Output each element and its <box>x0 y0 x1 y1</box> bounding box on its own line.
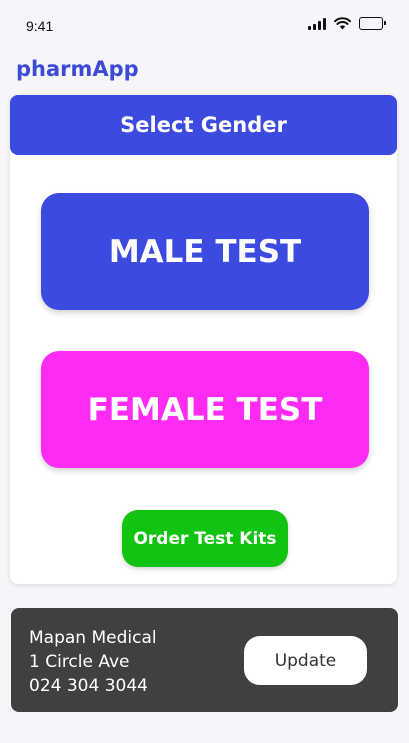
app-title: pharmApp <box>16 57 139 81</box>
status-time: 9:41 <box>26 18 54 34</box>
status-bar: 9:41 <box>0 0 409 52</box>
update-button[interactable]: Update <box>244 636 367 685</box>
male-test-button[interactable]: MALE TEST <box>41 193 369 310</box>
female-test-button[interactable]: FEMALE TEST <box>41 351 369 468</box>
status-icons <box>308 17 386 30</box>
gender-card: Select Gender MALE TEST FEMALE TEST Orde… <box>10 95 397 584</box>
pharmacy-footer: Mapan Medical 1 Circle Ave 024 304 3044 … <box>11 608 398 712</box>
battery-icon <box>359 17 386 30</box>
pharmacy-street: 1 Circle Ave <box>29 652 130 672</box>
pharmacy-name: Mapan Medical <box>29 628 157 648</box>
pharmacy-phone: 024 304 3044 <box>29 676 148 696</box>
order-test-kits-button[interactable]: Order Test Kits <box>122 510 288 567</box>
signal-icon <box>308 17 326 30</box>
pharmacy-address: Mapan Medical 1 Circle Ave 024 304 3044 <box>29 626 157 698</box>
wifi-icon <box>334 17 351 30</box>
select-gender-header: Select Gender <box>10 95 397 155</box>
